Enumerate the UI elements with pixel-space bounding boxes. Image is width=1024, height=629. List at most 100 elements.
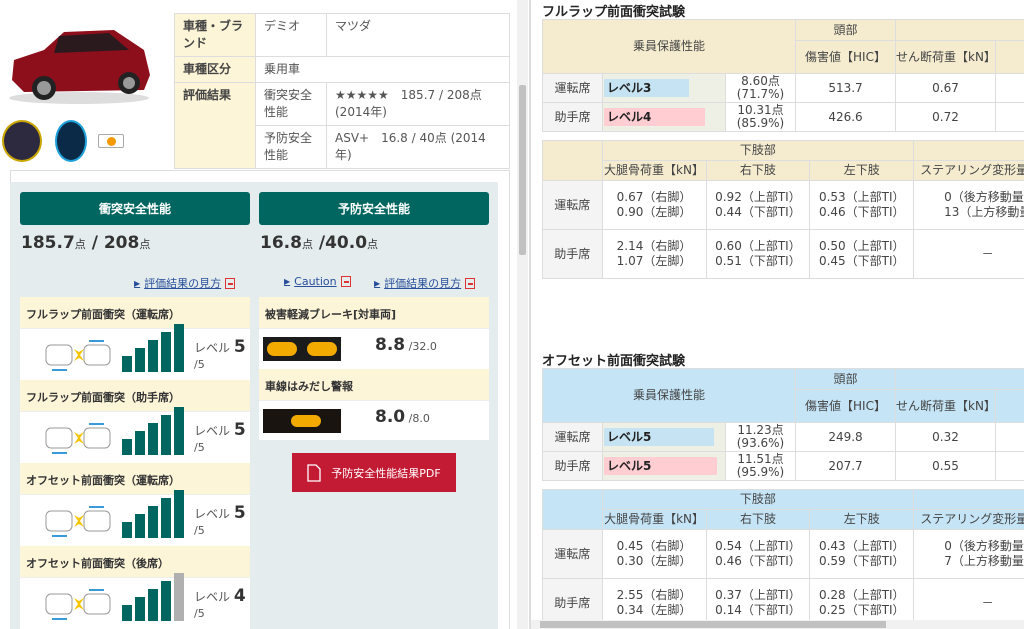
preventive-result: ASV+ 16.8 / 40点 (2014年) [326, 125, 510, 169]
preventive-score: 8.8 /32.0 [375, 335, 437, 355]
header-head: 頭部 [795, 19, 896, 41]
preventive-pdf-button[interactable]: 予防安全性能結果PDF [292, 453, 456, 492]
level-bars [122, 324, 184, 372]
level-bar: レベル3 [604, 79, 689, 97]
value-line: 13（上方移動量） [944, 205, 1024, 219]
header-femur: 大腿骨荷重【kN】 [601, 509, 707, 530]
pdf-icon [340, 276, 351, 287]
scrollbar-thumb[interactable] [540, 621, 886, 628]
value-line: 0.51（下部TI） [715, 254, 801, 268]
table-row: 運転席 0.67（右脚） 0.90（左脚） 0.92（上部TI） 0.44（下部TI） 0… [542, 180, 1024, 230]
seat-label: 運転席 [542, 180, 603, 230]
occupant-protection-table: 乗員保護性能 頭部 傷害値【HIC】 せん断荷重【kN】 運転席 レベル5 11.23点 (9… [542, 368, 1024, 481]
score-value: 8.8 [375, 335, 406, 355]
value-line: 0.67（右脚） [616, 190, 692, 204]
level-bars [122, 490, 184, 538]
level-bar: レベル4 [604, 108, 706, 126]
horizontal-scrollbar[interactable] [531, 620, 1024, 629]
vehicle-info-table: 車種・ブランド デミオ マツダ 車種区分 乗用車 評価結果 衝突安全性能 ★★★★★ 18… [174, 13, 510, 169]
value-line: 1.07（左脚） [616, 254, 692, 268]
lower-limb-value: 0.50（上部TI） 0.45（下部TI） [809, 229, 915, 279]
preventive-tab-button[interactable]: 予防安全性能 [259, 192, 489, 225]
header-right-leg: 右下肢 [705, 160, 811, 181]
level-bar [135, 514, 145, 538]
value-line: 2.14（右脚） [616, 239, 692, 253]
value-line: 0.59（下部TI） [818, 554, 905, 568]
left-vertical-scrollbar[interactable] [517, 0, 528, 629]
level-bar [135, 431, 145, 455]
lower-limb-value: 0.43（上部TI） 0.59（下部TI） [809, 529, 915, 579]
category-value: 乗用車 [255, 56, 510, 83]
collision-tab-button[interactable]: 衝突安全性能 [20, 192, 250, 225]
level-max: /5 [194, 358, 205, 371]
level-bars [122, 573, 184, 621]
lower-limb-value: 0（後方移動量）7（上方移動量） [913, 529, 1024, 579]
scrollbar-thumb[interactable] [519, 85, 526, 255]
award-badge-icon [2, 120, 42, 162]
table-row: 運転席 レベル3 8.60点 (71.7%) 513.7 0.67 [542, 73, 1024, 103]
level-bar-cell: レベル5 [602, 422, 726, 452]
value-line: 0（後方移動量） [944, 539, 1024, 553]
lower-limb-value: 2.14（右脚） 1.07（左脚） [601, 229, 707, 279]
shear-value: 0.32 [895, 422, 996, 452]
collision-item-body: レベル 5 /5 [20, 407, 250, 463]
score-percent: (71.7%) [736, 87, 785, 101]
crash-diagram-icon [45, 506, 111, 537]
value-line: 0.30（左脚） [616, 554, 692, 568]
document-icon [307, 463, 321, 482]
header-steering: ステアリング変形量 [913, 509, 1024, 530]
collision-label: 衝突安全性能 [255, 82, 327, 126]
lower-limb-value: 0.54（上部TI） 0.46（下部TI） [705, 529, 811, 579]
level-value: 4 [233, 586, 246, 606]
header-lower-group: 下肢部 [601, 489, 915, 510]
lower-limb-value: 0.53（上部TI） 0.46（下部TI） [809, 180, 915, 230]
preventive-guide-link[interactable]: ▶ 評価結果の見方 [374, 275, 476, 291]
level-text: レベル 5 /5 [194, 420, 250, 454]
collision-result: ★★★★★ 185.7 / 208点 (2014年) [326, 82, 510, 126]
collision-items: フルラップ前面衝突（運転席） レベル 5 /5 フルラップ前面衝突（助手席） レベル … [20, 297, 250, 629]
seat-label: 助手席 [542, 451, 603, 481]
value-line: 0.25（下部TI） [818, 603, 905, 617]
value-line: － [981, 246, 994, 261]
level-bar [161, 332, 171, 372]
seat-label: 助手席 [542, 102, 603, 132]
value-line: 0.14（下部TI） [715, 603, 801, 617]
value-line: 0.45（下部TI） [818, 254, 905, 268]
preventive-score: 8.0 /8.0 [375, 407, 430, 427]
level-bar [122, 356, 132, 372]
pdf-button-label: 予防安全性能結果PDF [331, 466, 441, 480]
label-result: 評価結果 [174, 82, 256, 169]
level-bar-cell: レベル5 [602, 451, 726, 481]
level-label: レベル [194, 590, 234, 604]
level-bar [148, 506, 158, 538]
header-shear: せん断荷重【kN】 [895, 40, 996, 74]
header-hic: 傷害値【HIC】 [795, 389, 896, 423]
level-bar [161, 581, 171, 621]
pdf-icon [465, 277, 476, 289]
level-value: 5 [233, 503, 246, 523]
value-line: 0.43（上部TI） [818, 539, 905, 553]
header-left-leg: 左下肢 [809, 509, 915, 530]
brand-name: マツダ [326, 13, 510, 57]
header-left-leg: 左下肢 [809, 160, 915, 181]
shear-value: 0.55 [895, 451, 996, 481]
table-row: 助手席 レベル5 11.51点 (95.9%) 207.7 0.55 [542, 451, 1024, 481]
value-line: 0.53（上部TI） [818, 190, 905, 204]
header-head: 頭部 [795, 368, 896, 390]
collision-item-body: レベル 5 /5 [20, 490, 250, 546]
header-blank [913, 140, 1024, 161]
cut-cell [995, 451, 1024, 481]
collision-item-body: レベル 4 /5 [20, 573, 250, 629]
collision-score: 185.7点 / 208点 [21, 233, 151, 253]
preventive-item-body: 8.0 /8.0 [259, 401, 489, 440]
score-max: /32.0 [405, 340, 437, 353]
score-value: 8.0 [375, 407, 406, 427]
test-section-title: フルラップ前面衝突試験 [542, 5, 686, 20]
label-category: 車種区分 [174, 56, 256, 83]
lower-limb-value: 0.45（右脚） 0.30（左脚） [601, 529, 707, 579]
caution-link[interactable]: ▶ Caution [284, 275, 351, 288]
score-percent: (93.6%) [736, 436, 785, 450]
cut-cell [995, 422, 1024, 452]
collision-guide-link[interactable]: ▶ 評価結果の見方 [134, 275, 236, 291]
level-label: レベル [194, 341, 234, 355]
